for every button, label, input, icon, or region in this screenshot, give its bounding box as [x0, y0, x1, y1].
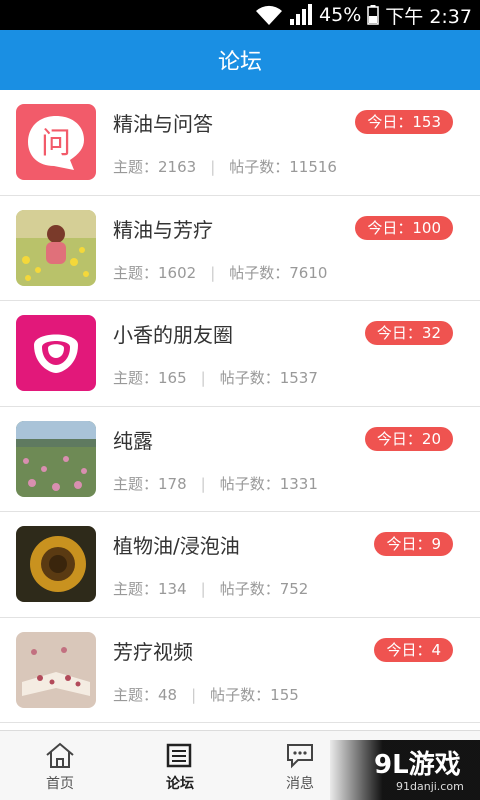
divider: | [200, 474, 206, 493]
rose-field-photo [16, 420, 96, 497]
today-badge: 今日：32 [364, 321, 453, 345]
status-bar: 45% 下午 2:37 [0, 0, 480, 30]
forum-title: 芳疗视频 [113, 639, 193, 664]
sunflower-photo [16, 526, 96, 602]
page-title: 论坛 [217, 50, 262, 75]
post-count: 帖子数：7610 [229, 263, 328, 282]
topic-count: 主题：2163 [113, 158, 197, 176]
watermark-logo: 9L游戏 [374, 750, 461, 780]
divider: | [200, 369, 206, 387]
forum-stats: 主题：178 | 帖子数：1331 [113, 473, 318, 494]
topic-count: 主题：1602 [113, 263, 197, 282]
topic-count: 主题：165 [113, 369, 187, 387]
forum-row[interactable]: 小香的朋友圈 今日：32 主题：165 | 帖子数：1537 [0, 301, 480, 407]
today-badge: 今日：100 [355, 215, 453, 240]
svg-text:问: 问 [41, 126, 71, 161]
forum-row[interactable]: 问 精油与问答 今日：153 主题：2163 | 帖子数：11516 [0, 90, 480, 196]
divider: | [210, 263, 216, 282]
post-count: 帖子数：752 [219, 580, 309, 598]
rose-icon [16, 315, 96, 391]
forum-row[interactable]: 精油与芳疗 今日：100 主题：1602 | 帖子数：7610 [0, 195, 480, 301]
tab-label: 论坛 [166, 776, 194, 792]
forum-title: 精油与问答 [113, 112, 213, 136]
post-count: 帖子数：1537 [219, 369, 318, 387]
forum-title: 精油与芳疗 [113, 217, 213, 242]
flower-field-photo [16, 209, 96, 286]
ask-icon: 问 [16, 104, 96, 180]
forum-stats: 主题：2163 | 帖子数：11516 [113, 156, 337, 177]
battery-icon [367, 5, 380, 25]
divider: | [191, 685, 197, 704]
topic-count: 主题：134 [113, 580, 187, 598]
forum-list: 问 精油与问答 今日：153 主题：2163 | 帖子数：11516 精油与芳疗 今… [0, 90, 480, 730]
forum-stats: 主题：48 | 帖子数：155 [113, 684, 299, 705]
forum-row[interactable]: 纯露 今日：20 主题：178 | 帖子数：1331 [0, 406, 480, 512]
wifi-icon [256, 5, 283, 26]
forum-row[interactable]: 植物油/浸泡油 今日：9 主题：134 | 帖子数：752 [0, 512, 480, 618]
forum-icon [166, 743, 192, 768]
topic-count: 主题：178 [113, 474, 187, 493]
home-icon [46, 742, 74, 768]
app-header: 论坛 [0, 30, 480, 90]
forum-stats: 主题：134 | 帖子数：752 [113, 578, 308, 599]
tab-forum[interactable]: 论坛 [120, 731, 240, 800]
forum-stats: 主题：1602 | 帖子数：7610 [113, 262, 327, 283]
book-petals-photo [16, 631, 96, 708]
clock: 下午 2:37 [385, 5, 472, 28]
today-badge: 今日：4 [374, 637, 453, 662]
forum-title: 纯露 [113, 428, 153, 453]
watermark: 9L游戏 91danji.com [330, 740, 480, 800]
divider: | [210, 158, 216, 176]
forum-title: 植物油/浸泡油 [113, 534, 240, 558]
post-count: 帖子数：11516 [229, 158, 337, 176]
topic-count: 主题：48 [113, 685, 178, 704]
tab-home[interactable]: 首页 [0, 731, 120, 800]
message-icon [287, 744, 313, 769]
watermark-url: 91danji.com [396, 780, 464, 793]
signal-icon [290, 4, 313, 25]
forum-stats: 主题：165 | 帖子数：1537 [113, 367, 318, 388]
divider: | [200, 580, 206, 598]
forum-row[interactable]: 芳疗视频 今日：4 主题：48 | 帖子数：155 [0, 617, 480, 723]
post-count: 帖子数：155 [210, 685, 299, 704]
today-badge: 今日：20 [364, 426, 453, 451]
tab-label: 首页 [46, 776, 74, 792]
battery-percent: 45% [319, 4, 362, 26]
today-badge: 今日：9 [374, 532, 453, 556]
post-count: 帖子数：1331 [219, 474, 318, 493]
forum-title: 小香的朋友圈 [113, 323, 233, 347]
today-badge: 今日：153 [355, 110, 453, 134]
